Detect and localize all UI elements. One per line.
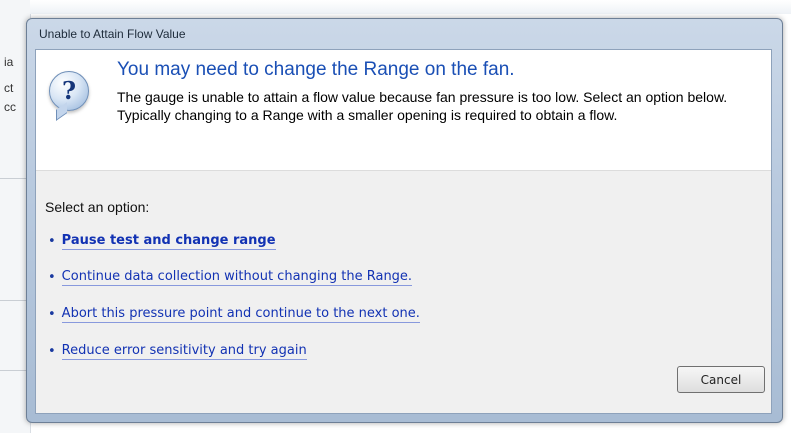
background-text-fragment: ia [4, 55, 14, 69]
task-dialog: Unable to Attain Flow Value ? You may ne… [26, 18, 783, 423]
bullet-icon: • [48, 307, 56, 322]
bullet-icon: • [48, 234, 56, 249]
background-toolbar [30, 0, 791, 14]
dialog-title: Unable to Attain Flow Value [39, 27, 186, 41]
option-label[interactable]: Continue data collection without changin… [61, 269, 413, 286]
select-option-label: Select an option: [45, 199, 150, 215]
option-continue-collection[interactable]: • Continue data collection without chang… [48, 269, 413, 286]
option-label[interactable]: Pause test and change range [61, 233, 276, 250]
option-pause-test[interactable]: • Pause test and change range [48, 233, 276, 250]
dialog-header: ? You may need to change the Range on th… [36, 50, 771, 171]
question-mark-icon: ? [49, 71, 89, 111]
main-instruction: You may need to change the Range on the … [117, 59, 515, 80]
dialog-titlebar[interactable]: Unable to Attain Flow Value [27, 19, 782, 49]
option-reduce-sensitivity[interactable]: • Reduce error sensitivity and try again [48, 343, 307, 360]
option-label[interactable]: Reduce error sensitivity and try again [61, 343, 307, 360]
bullet-icon: • [48, 344, 56, 359]
background-text-fragment: ct [4, 81, 14, 95]
dialog-content: ? You may need to change the Range on th… [35, 49, 772, 414]
option-label[interactable]: Abort this pressure point and continue t… [61, 306, 420, 323]
background-text-fragment: cc [4, 100, 16, 114]
option-abort-pressure-point[interactable]: • Abort this pressure point and continue… [48, 306, 420, 323]
bullet-icon: • [48, 270, 56, 285]
dialog-body-text: The gauge is unable to attain a flow val… [117, 89, 728, 123]
cancel-button[interactable]: Cancel [677, 366, 765, 393]
